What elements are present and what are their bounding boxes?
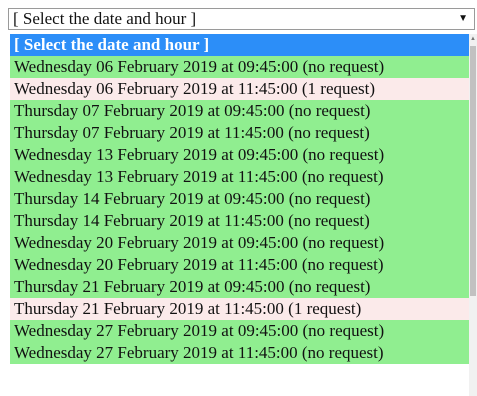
date-option[interactable]: Thursday 21 February 2019 at 11:45:00 (1…	[10, 298, 469, 320]
select-current-value: [ Select the date and hour ]	[13, 9, 197, 28]
option-placeholder-selected[interactable]: [ Select the date and hour ]	[10, 34, 469, 56]
date-option[interactable]: Wednesday 27 February 2019 at 09:45:00 (…	[10, 320, 469, 342]
scroll-up-arrow-icon[interactable]: ▲	[469, 36, 477, 42]
date-option[interactable]: Wednesday 06 February 2019 at 09:45:00 (…	[10, 56, 469, 78]
date-option[interactable]: Wednesday 20 February 2019 at 11:45:00 (…	[10, 254, 469, 276]
date-option[interactable]: Wednesday 13 February 2019 at 09:45:00 (…	[10, 144, 469, 166]
date-option[interactable]: Wednesday 20 February 2019 at 09:45:00 (…	[10, 232, 469, 254]
scrollbar-thumb[interactable]	[470, 46, 476, 296]
date-hour-select[interactable]: [ Select the date and hour ] ▼	[8, 8, 475, 30]
date-option[interactable]: Wednesday 13 February 2019 at 11:45:00 (…	[10, 166, 469, 188]
chevron-down-icon[interactable]: ▼	[458, 9, 468, 29]
date-option[interactable]: Thursday 14 February 2019 at 09:45:00 (n…	[10, 188, 469, 210]
dropdown-scrollbar[interactable]: ▲	[469, 34, 477, 396]
date-option[interactable]: Thursday 14 February 2019 at 11:45:00 (n…	[10, 210, 469, 232]
date-option[interactable]: Thursday 07 February 2019 at 09:45:00 (n…	[10, 100, 469, 122]
date-option[interactable]: Thursday 21 February 2019 at 09:45:00 (n…	[10, 276, 469, 298]
date-hour-options-list[interactable]: [ Select the date and hour ] Wednesday 06…	[10, 34, 469, 396]
date-option[interactable]: Wednesday 06 February 2019 at 11:45:00 (…	[10, 78, 469, 100]
date-option[interactable]: Thursday 07 February 2019 at 11:45:00 (n…	[10, 122, 469, 144]
date-option[interactable]: Wednesday 27 February 2019 at 11:45:00 (…	[10, 342, 469, 364]
